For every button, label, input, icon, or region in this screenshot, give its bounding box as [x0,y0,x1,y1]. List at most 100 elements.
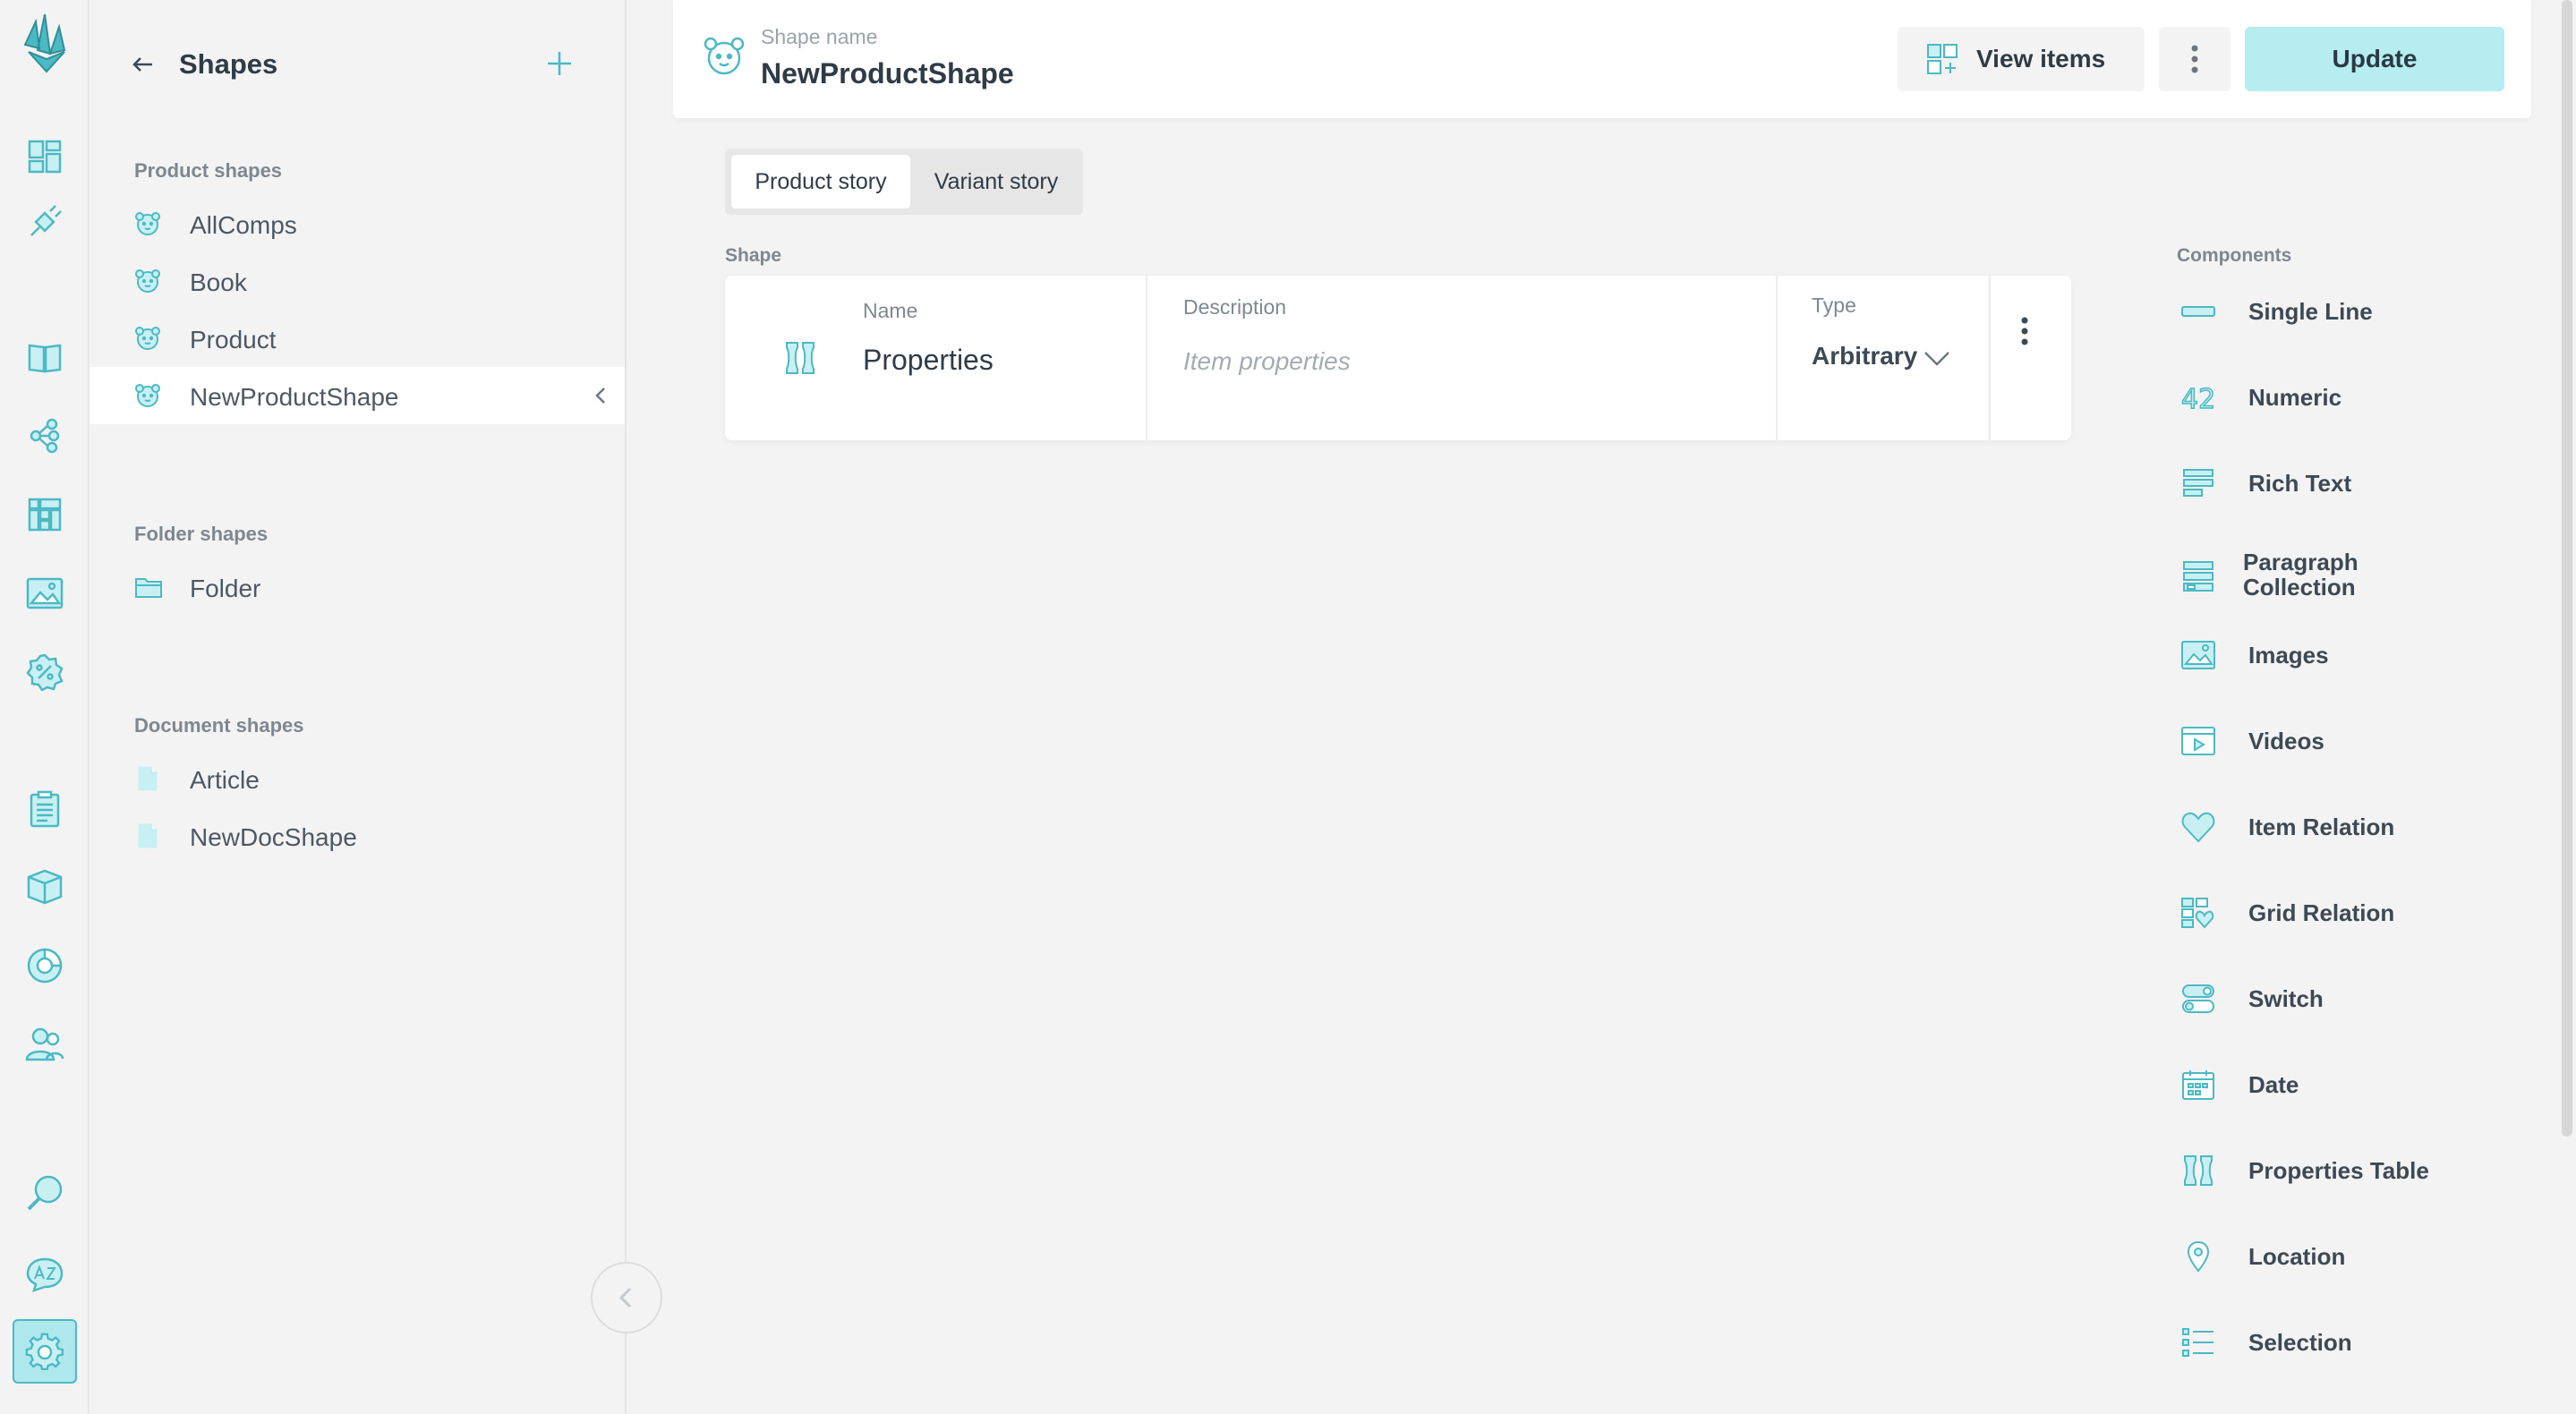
product-shape-icon [702,34,746,79]
component-label: Rich Text [2248,470,2352,497]
component-selection[interactable]: Selection [2177,1316,2517,1369]
media-icon[interactable] [13,561,77,626]
description-input[interactable]: Item properties [1183,347,1351,376]
grid-relation-icon [2180,897,2216,929]
chevron-left-icon [591,385,612,406]
translate-icon[interactable] [13,1242,77,1307]
component-date[interactable]: Date [2177,1058,2517,1112]
component-item-relation[interactable]: Item Relation [2177,800,2517,854]
component-label: Videos [2248,728,2324,754]
shape-item-allcomps[interactable]: AllComps [90,195,625,252]
logo-icon[interactable] [13,11,77,75]
component-videos[interactable]: Videos [2177,714,2517,768]
numeric-icon: 42 [2180,381,2216,413]
component-label: Date [2248,1071,2299,1098]
settings-icon[interactable] [13,1319,77,1384]
view-items-label: View items [1976,45,2106,72]
document-icon [134,765,161,792]
product-shape-icon [134,210,161,237]
component-images[interactable]: Images [2177,628,2517,682]
type-select[interactable]: Arbitrary [1812,342,1917,371]
component-properties-table[interactable]: Properties Table [2177,1144,2517,1197]
properties-table-icon [2180,1154,2216,1187]
shape-item-folder[interactable]: Folder [90,558,625,616]
component-label: Switch [2248,985,2324,1012]
more-options-button[interactable] [2159,27,2231,91]
component-label: Item Relation [2248,813,2395,840]
topics-icon[interactable] [13,404,77,468]
products-icon[interactable] [13,855,77,919]
name-caption: Name [863,299,918,322]
shape-name-value[interactable]: NewProductShape [761,57,1014,90]
component-numeric[interactable]: 42 Numeric [2177,371,2517,424]
view-items-icon [1926,43,1958,75]
product-shapes-heading: Product shapes [134,159,283,182]
view-items-button[interactable]: View items [1898,27,2145,91]
document-shapes-heading: Document shapes [134,714,304,737]
shape-item-label: AllComps [190,211,297,239]
customers-icon[interactable] [13,1012,77,1077]
component-switch[interactable]: Switch [2177,972,2517,1026]
product-shape-icon [134,325,161,352]
rich-text-icon [2180,467,2216,499]
component-label: Single Line [2248,298,2373,325]
tab-product-story[interactable]: Product story [731,155,910,209]
component-location[interactable]: Location [2177,1230,2517,1283]
dashboard-icon[interactable] [13,124,77,189]
discounts-icon[interactable] [13,640,77,704]
shape-item-label: Folder [190,575,261,602]
add-shape-plus-icon[interactable] [544,48,575,79]
single-line-icon [2180,295,2216,328]
shape-name-label: Shape name [761,25,878,48]
plugin-icon[interactable] [13,190,77,254]
shape-header-bar: Shape name NewProductShape View items Up… [673,0,2531,118]
svg-text:42: 42 [2181,384,2215,413]
date-icon [2180,1069,2216,1101]
shape-item-label: Book [190,268,247,296]
shape-item-label: NewDocShape [190,823,357,851]
grids-icon[interactable] [13,482,77,547]
selection-icon [2180,1326,2216,1359]
sidebar-title: Shapes [179,48,278,80]
shape-item-book[interactable]: Book [90,252,625,310]
tab-variant-story[interactable]: Variant story [915,155,1078,209]
shape-item-newproductshape[interactable]: NewProductShape [90,367,625,424]
page-scrollbar[interactable] [2562,0,2572,1137]
images-icon [2180,639,2216,671]
description-caption: Description [1183,295,1287,319]
location-icon [2180,1240,2216,1273]
component-paragraph-collection[interactable]: Paragraph Collection [2177,542,2517,609]
shape-item-label: NewProductShape [190,383,399,411]
component-label: Images [2248,642,2329,669]
catalogue-icon[interactable] [13,325,77,389]
component-label: Numeric [2248,384,2342,411]
switch-icon [2180,983,2216,1015]
back-arrow-icon[interactable] [129,50,158,79]
shape-item-label: Product [190,326,277,354]
shape-item-newdocshape[interactable]: NewDocShape [90,807,625,865]
shape-component-card: Name Properties Description Item propert… [725,276,2071,440]
components-palette: Components Single Line 42 Numeric Rich T… [2177,242,2535,1405]
chevron-down-icon[interactable] [1923,349,1951,369]
main-nav-rail [0,0,90,1414]
update-button[interactable]: Update [2245,27,2504,91]
sidebar-header: Shapes [90,0,627,131]
component-name-field[interactable]: Properties [863,344,994,377]
analytics-icon[interactable] [13,933,77,998]
videos-icon [2180,725,2216,757]
component-rich-text[interactable]: Rich Text [2177,456,2517,510]
component-single-line[interactable]: Single Line [2177,285,2517,338]
folder-shapes-heading: Folder shapes [134,523,269,545]
item-relation-icon [2180,811,2216,843]
component-grid-relation[interactable]: Grid Relation [2177,886,2517,940]
shape-item-article[interactable]: Article [90,750,625,807]
card-divider [1776,276,1778,440]
collapse-sidebar-button[interactable] [591,1262,662,1333]
orders-icon[interactable] [13,777,77,841]
vertical-dots-icon [2190,44,2199,74]
search-icon[interactable] [13,1162,77,1226]
component-label: Location [2248,1243,2346,1270]
vertical-dots-icon[interactable] [2017,311,2032,351]
shape-item-product[interactable]: Product [90,310,625,367]
shape-item-label: Article [190,766,260,794]
